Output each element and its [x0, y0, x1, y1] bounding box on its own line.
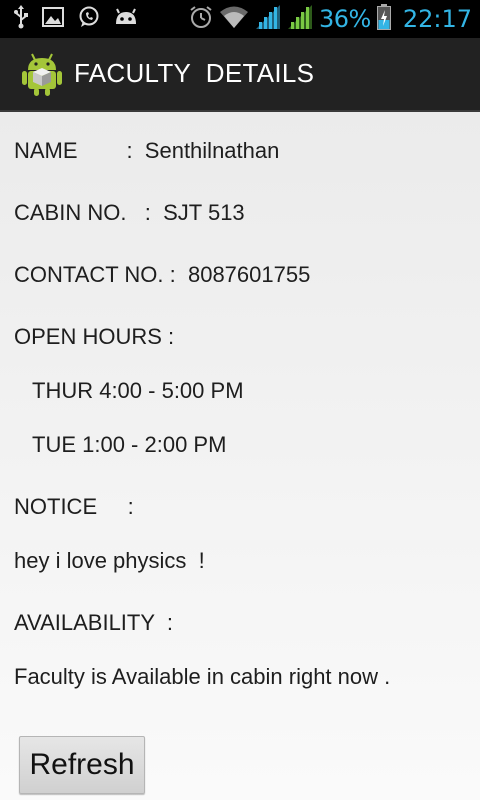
status-bar: 36% 22:17 — [0, 0, 480, 38]
whatsapp-icon — [78, 6, 100, 32]
signal-icon — [255, 4, 281, 34]
faculty-details-panel: NAME : Senthilnathan CABIN NO. : SJT 513… — [0, 112, 480, 800]
android-debug-icon — [114, 8, 138, 30]
contact-row: CONTACT NO. : 8087601755 — [14, 262, 311, 287]
battery-charging-icon — [376, 4, 391, 34]
notification-icons — [14, 5, 138, 33]
open-hours-label: OPEN HOURS : — [14, 324, 175, 349]
signal-icon — [287, 4, 313, 34]
wifi-icon — [219, 5, 249, 33]
alarm-icon — [189, 5, 213, 33]
refresh-button[interactable]: Refresh — [19, 736, 145, 794]
name-row: NAME : Senthilnathan — [14, 138, 280, 163]
image-icon — [42, 7, 64, 31]
notice-label: NOTICE : — [14, 494, 134, 519]
cabin-row: CABIN NO. : SJT 513 — [14, 200, 245, 225]
notice-text: hey i love physics ! — [14, 548, 205, 573]
open-hours-item: TUE 1:00 - 2:00 PM — [32, 432, 227, 457]
usb-icon — [14, 5, 28, 33]
clock: 22:17 — [402, 5, 472, 33]
system-icons: 36% 22:17 — [189, 4, 472, 34]
action-bar: FACULTY DETAILS — [0, 38, 480, 112]
page-title: FACULTY DETAILS — [74, 58, 315, 88]
open-hours-item: THUR 4:00 - 5:00 PM — [32, 378, 244, 403]
android-cube-icon[interactable] — [22, 52, 62, 96]
availability-text: Faculty is Available in cabin right now … — [14, 664, 391, 689]
availability-label: AVAILABILITY : — [14, 610, 173, 635]
battery-percentage: 36% — [318, 5, 371, 33]
